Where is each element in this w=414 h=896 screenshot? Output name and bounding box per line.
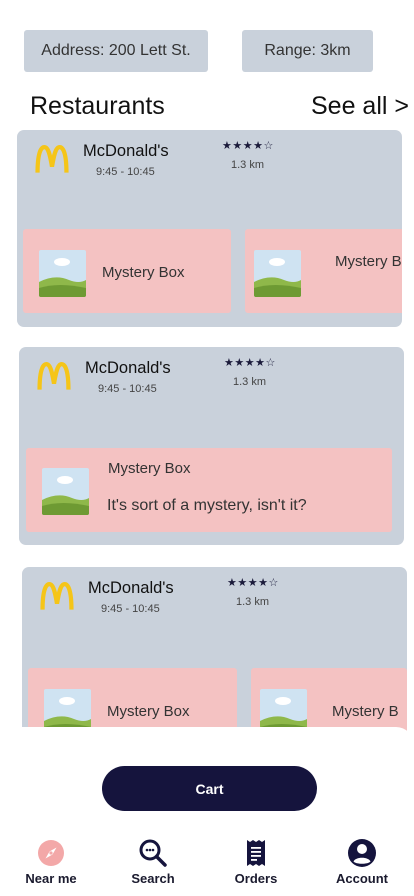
range-text: Range: 3km: [264, 42, 351, 59]
restaurant-hours: 9:45 - 10:45: [96, 166, 155, 178]
nav-label: Account: [336, 871, 388, 886]
offer-card[interactable]: Mystery Box: [23, 229, 231, 313]
compass-icon: [38, 840, 64, 866]
restaurant-card[interactable]: McDonald's 9:45 - 10:45 ★★★★☆ 1.3 km Mys…: [19, 347, 404, 545]
offer-card[interactable]: Mystery B: [245, 229, 402, 313]
nav-label: Near me: [25, 871, 77, 886]
nav-label: Orders: [234, 871, 278, 886]
mcdonalds-logo-icon: [40, 581, 74, 610]
image-placeholder-icon: [254, 250, 301, 297]
account-icon: [348, 839, 376, 867]
nav-item-orders[interactable]: Orders: [216, 838, 296, 886]
restaurant-card[interactable]: McDonald's 9:45 - 10:45 ★★★★☆ 1.3 km Mys…: [17, 130, 402, 327]
rating-stars: ★★★★☆: [227, 577, 279, 589]
restaurant-distance: 1.3 km: [231, 159, 265, 171]
nav-item-near-me[interactable]: Near me: [11, 838, 91, 886]
nav-label: Search: [131, 871, 175, 886]
app-screen: Address: 200 Lett St. Range: 3km Restaur…: [0, 0, 414, 896]
offer-label: Mystery Box: [108, 460, 191, 477]
restaurant-distance: 1.3 km: [236, 596, 270, 608]
see-all-link[interactable]: See all >: [311, 92, 409, 121]
address-text: Address: 200 Lett St.: [41, 42, 191, 59]
receipt-icon: [247, 840, 265, 866]
image-placeholder-icon: [42, 468, 89, 515]
offer-label: Mystery B: [332, 703, 399, 720]
mcdonalds-logo-icon: [37, 361, 71, 390]
image-placeholder-icon: [39, 250, 86, 297]
cart-button[interactable]: Cart: [102, 766, 317, 811]
offer-label: Mystery B: [335, 253, 402, 270]
search-icon: [139, 839, 167, 867]
range-chip[interactable]: Range: 3km: [242, 30, 373, 72]
restaurant-name: McDonald's: [88, 579, 174, 597]
restaurant-name: McDonald's: [83, 142, 169, 160]
restaurant-name: McDonald's: [85, 359, 171, 377]
offer-label: Mystery Box: [107, 703, 190, 720]
nav-item-search[interactable]: Search: [113, 838, 193, 886]
restaurant-hours: 9:45 - 10:45: [98, 383, 157, 395]
offer-card[interactable]: Mystery Box It's sort of a mystery, isn'…: [26, 448, 392, 532]
rating-stars: ★★★★☆: [224, 357, 276, 369]
nav-item-account[interactable]: Account: [322, 838, 402, 886]
offer-label: Mystery Box: [102, 264, 185, 281]
restaurant-hours: 9:45 - 10:45: [101, 603, 160, 615]
restaurant-distance: 1.3 km: [233, 376, 267, 388]
rating-stars: ★★★★☆: [222, 140, 274, 152]
mcdonalds-logo-icon: [35, 144, 69, 173]
cart-button-label: Cart: [195, 780, 224, 797]
offer-description: It's sort of a mystery, isn't it?: [107, 497, 307, 514]
address-chip[interactable]: Address: 200 Lett St.: [24, 30, 208, 72]
section-title: Restaurants: [30, 92, 165, 120]
